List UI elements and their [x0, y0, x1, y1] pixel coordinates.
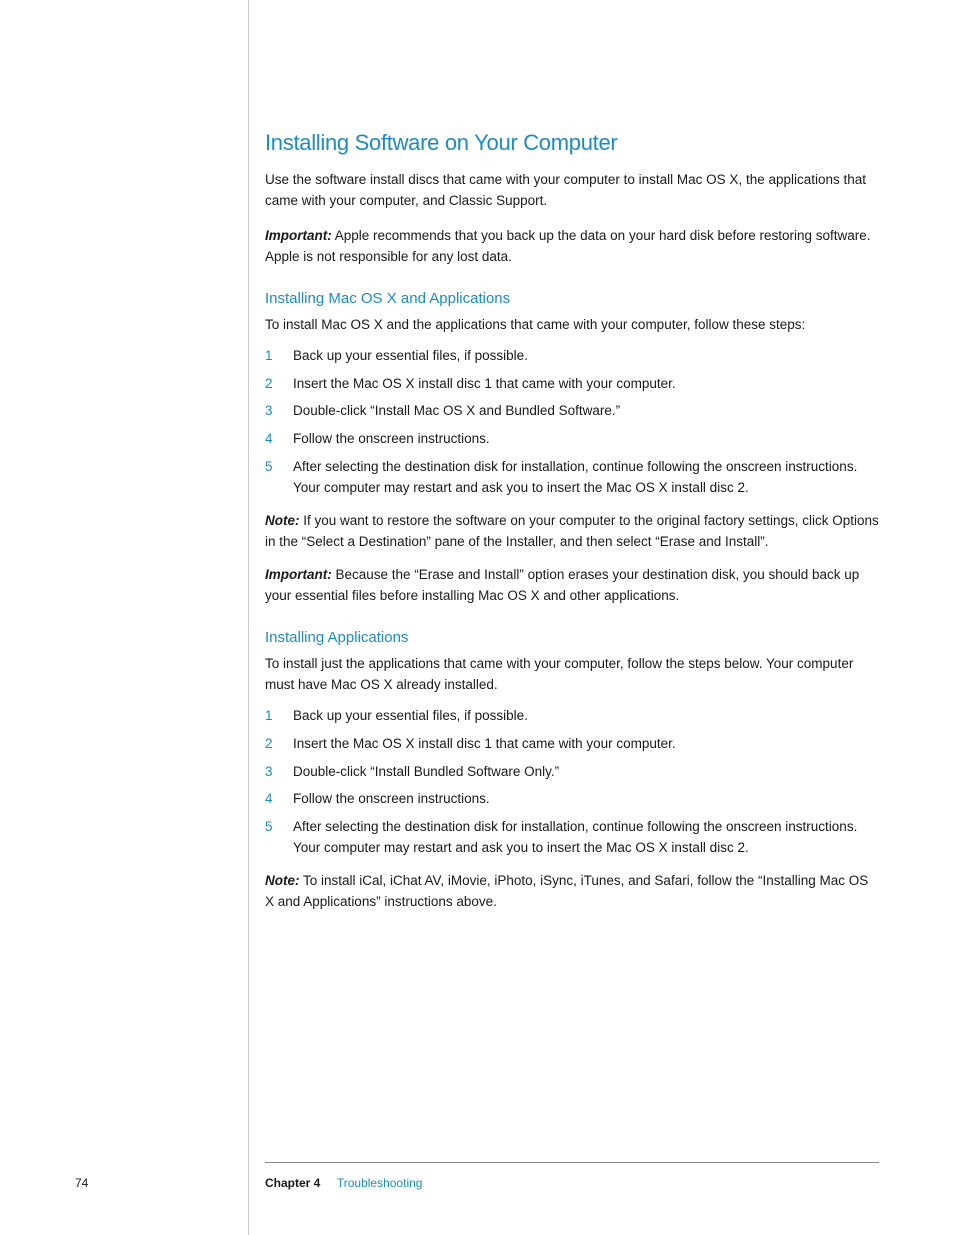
- note-label-2: Note:: [265, 873, 300, 888]
- step-number: 4: [265, 429, 285, 450]
- important-block-1: Important: Apple recommends that you bac…: [265, 226, 879, 268]
- step-text: Insert the Mac OS X install disc 1 that …: [293, 374, 879, 395]
- section2-intro: To install just the applications that ca…: [265, 654, 879, 696]
- note-content-1: If you want to restore the software on y…: [265, 513, 879, 549]
- step-number: 1: [265, 706, 285, 727]
- step-item: 4 Follow the onscreen instructions.: [265, 789, 879, 810]
- page: Installing Software on Your Computer Use…: [0, 0, 954, 1235]
- chapter-word: Chapter 4: [265, 1176, 320, 1190]
- step-item: 2 Insert the Mac OS X install disc 1 tha…: [265, 734, 879, 755]
- note-content-2: To install iCal, iChat AV, iMovie, iPhot…: [265, 873, 868, 909]
- note-block-1: Note: If you want to restore the softwar…: [265, 511, 879, 553]
- note-label-1: Note:: [265, 513, 300, 528]
- chapter-name: Troubleshooting: [337, 1176, 423, 1190]
- step-text: Back up your essential files, if possibl…: [293, 346, 879, 367]
- step-text: Back up your essential files, if possibl…: [293, 706, 879, 727]
- footer-divider: [265, 1162, 879, 1163]
- page-title: Installing Software on Your Computer: [265, 130, 879, 156]
- important-content-2: Because the “Erase and Install” option e…: [265, 567, 859, 603]
- step-number: 2: [265, 374, 285, 395]
- step-item: 3 Double-click “Install Bundled Software…: [265, 762, 879, 783]
- important-content-1: Apple recommends that you back up the da…: [265, 228, 871, 264]
- section2-title: Installing Applications: [265, 629, 879, 646]
- step-text: Follow the onscreen instructions.: [293, 789, 879, 810]
- margin-line: [248, 0, 249, 1235]
- note-text-1: Note: If you want to restore the softwar…: [265, 511, 879, 553]
- note-block-2: Note: To install iCal, iChat AV, iMovie,…: [265, 871, 879, 913]
- step-text: Double-click “Install Bundled Software O…: [293, 762, 879, 783]
- important-text-1: Important: Apple recommends that you bac…: [265, 226, 879, 268]
- note-text-2: Note: To install iCal, iChat AV, iMovie,…: [265, 871, 879, 913]
- step-text: Insert the Mac OS X install disc 1 that …: [293, 734, 879, 755]
- important-text-2: Important: Because the “Erase and Instal…: [265, 565, 879, 607]
- step-item: 3 Double-click “Install Mac OS X and Bun…: [265, 401, 879, 422]
- step-item: 5 After selecting the destination disk f…: [265, 817, 879, 859]
- section1-steps: 1 Back up your essential files, if possi…: [265, 346, 879, 500]
- step-number: 5: [265, 817, 285, 838]
- step-item: 2 Insert the Mac OS X install disc 1 tha…: [265, 374, 879, 395]
- step-text: Follow the onscreen instructions.: [293, 429, 879, 450]
- content-area: Installing Software on Your Computer Use…: [265, 0, 879, 1025]
- step-text: Double-click “Install Mac OS X and Bundl…: [293, 401, 879, 422]
- page-number: 74: [75, 1176, 88, 1190]
- step-text: After selecting the destination disk for…: [293, 457, 879, 499]
- step-number: 3: [265, 401, 285, 422]
- step-number: 5: [265, 457, 285, 478]
- step-item: 5 After selecting the destination disk f…: [265, 457, 879, 499]
- step-text: After selecting the destination disk for…: [293, 817, 879, 859]
- important-label-1: Important:: [265, 228, 332, 243]
- important-block-2: Important: Because the “Erase and Instal…: [265, 565, 879, 607]
- section1-intro: To install Mac OS X and the applications…: [265, 315, 879, 336]
- section2-steps: 1 Back up your essential files, if possi…: [265, 706, 879, 860]
- important-label-2: Important:: [265, 567, 332, 582]
- step-item: 1 Back up your essential files, if possi…: [265, 346, 879, 367]
- step-item: 4 Follow the onscreen instructions.: [265, 429, 879, 450]
- intro-paragraph: Use the software install discs that came…: [265, 170, 879, 212]
- section1-title: Installing Mac OS X and Applications: [265, 290, 879, 307]
- chapter-separator: [324, 1176, 334, 1190]
- step-item: 1 Back up your essential files, if possi…: [265, 706, 879, 727]
- step-number: 2: [265, 734, 285, 755]
- step-number: 1: [265, 346, 285, 367]
- chapter-label: Chapter 4 Troubleshooting: [265, 1176, 422, 1190]
- step-number: 4: [265, 789, 285, 810]
- step-number: 3: [265, 762, 285, 783]
